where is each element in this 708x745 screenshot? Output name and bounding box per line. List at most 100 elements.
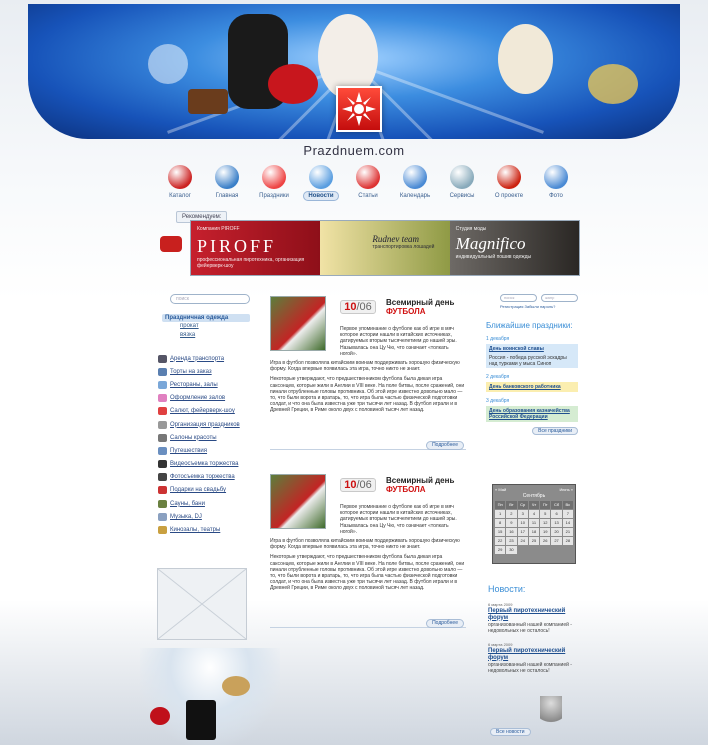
home-icon bbox=[215, 165, 239, 189]
calendar-day[interactable]: 11 bbox=[528, 519, 540, 527]
calendar-day[interactable]: 25 bbox=[528, 537, 540, 545]
menu-item[interactable]: Кинозалы, театры bbox=[158, 523, 250, 536]
nav-item-6[interactable]: Сервисы bbox=[440, 165, 484, 209]
calendar-day[interactable]: 15 bbox=[495, 528, 506, 536]
nav-item-1[interactable]: Главная bbox=[205, 165, 249, 209]
menu-item-label: Сауны, бани bbox=[170, 500, 205, 507]
menu-item-label: Оформление залов bbox=[170, 395, 226, 402]
calendar-day[interactable]: 5 bbox=[540, 510, 551, 518]
menu-item[interactable]: Аренда транспорта bbox=[158, 352, 250, 365]
calendar-weekday: Сб bbox=[551, 501, 562, 509]
menu-item[interactable]: Сауны, бани bbox=[158, 497, 250, 510]
nav-item-2[interactable]: Праздники bbox=[252, 165, 296, 209]
calendar-day[interactable]: 14 bbox=[562, 519, 573, 527]
calendar-day[interactable]: 20 bbox=[551, 528, 562, 536]
calendar-day[interactable]: 6 bbox=[551, 510, 562, 518]
news-date: 6 марта 2009 bbox=[488, 642, 513, 647]
article-title-red: ФУТБОЛА bbox=[386, 485, 426, 494]
subcategory-rent[interactable]: прокат bbox=[180, 322, 250, 331]
calendar-day[interactable]: 9 bbox=[506, 519, 517, 527]
nav-item-7[interactable]: О проекте bbox=[487, 165, 531, 209]
menu-item[interactable]: Торты на заказ bbox=[158, 365, 250, 378]
holidays-list: 1 декабря День воинской славы Россия - поб… bbox=[486, 336, 578, 422]
menu-item[interactable]: Организация праздников bbox=[158, 418, 250, 431]
calendar-day[interactable]: 28 bbox=[562, 537, 573, 545]
calendar-day[interactable]: 10 bbox=[517, 519, 528, 527]
holiday-item: 1 декабря День воинской славы Россия - поб… bbox=[486, 336, 578, 368]
calendar-day[interactable]: 8 bbox=[495, 519, 506, 527]
article-2: 10/06 Всемирный день ФУТБОЛА Первое упоми… bbox=[270, 474, 466, 634]
right-search-input[interactable]: поиск bbox=[500, 294, 537, 302]
ad-rudnev[interactable]: Rudnev team транспортировка лошадей bbox=[320, 221, 450, 275]
article-paragraph: Игра в футбол позволяла китайским воинам… bbox=[270, 538, 460, 551]
more-button[interactable]: Подробнее bbox=[426, 619, 464, 628]
menu-item[interactable]: Рестораны, залы bbox=[158, 378, 250, 391]
calendar-day[interactable]: 22 bbox=[495, 537, 506, 545]
calendar-day[interactable]: 7 bbox=[562, 510, 573, 518]
nav-item-4[interactable]: Статьи bbox=[346, 165, 390, 209]
menu-item-label: Путешествия bbox=[170, 447, 208, 454]
calendar-day[interactable]: 3 bbox=[517, 510, 528, 518]
calendar-day[interactable]: 26 bbox=[540, 537, 551, 545]
article-thumbnail[interactable] bbox=[270, 474, 326, 529]
all-news-button[interactable]: Все новости bbox=[490, 728, 531, 736]
menu-item[interactable]: Музыка, DJ bbox=[158, 510, 250, 523]
menu-item[interactable]: Фотосъемка торжества bbox=[158, 471, 250, 484]
calendar-day[interactable]: 29 bbox=[495, 546, 506, 554]
menu-item[interactable]: Салоны красоты bbox=[158, 431, 250, 444]
menu-item[interactable]: Оформление залов bbox=[158, 392, 250, 405]
subcategory-knit[interactable]: вязка bbox=[180, 331, 250, 340]
nav-item-5[interactable]: Календарь bbox=[393, 165, 437, 209]
calendar-day[interactable]: 1 bbox=[495, 510, 506, 518]
calendar-day[interactable]: 13 bbox=[551, 519, 562, 527]
category-menu: Аренда транспорта Торты на заказ Рестораны… bbox=[158, 352, 250, 537]
calendar-day[interactable]: 16 bbox=[506, 528, 517, 536]
holiday-title[interactable]: День банковского работника bbox=[486, 382, 578, 392]
calendar-day[interactable]: 4 bbox=[528, 510, 540, 518]
calendar-day[interactable]: 27 bbox=[551, 537, 562, 545]
page: Prazdnuem.com Каталог Главная Праздники Нов… bbox=[0, 0, 708, 745]
ad-piroff[interactable]: Компания PIROFF PIROFF профессиональная … bbox=[191, 221, 321, 275]
calendar-day[interactable]: 2 bbox=[506, 510, 517, 518]
calendar-day[interactable]: 23 bbox=[506, 537, 517, 545]
nav-item-0[interactable]: Каталог bbox=[158, 165, 202, 209]
site-logo[interactable] bbox=[336, 86, 382, 132]
menu-item[interactable]: Салют, фейерверк-шоу bbox=[158, 405, 250, 418]
article-title[interactable]: Всемирный день ФУТБОЛА bbox=[386, 298, 466, 316]
more-button[interactable]: Подробнее bbox=[426, 441, 464, 450]
calendar-header: « Май Июнь » bbox=[495, 487, 573, 492]
site-brand[interactable]: Prazdnuem.com bbox=[0, 143, 708, 158]
menu-item[interactable]: Подарки на свадьбу bbox=[158, 484, 250, 497]
holiday-title[interactable]: День воинской славы bbox=[486, 344, 578, 354]
news-title[interactable]: Первый пиротехнический форум bbox=[488, 608, 578, 621]
calendar-day[interactable]: 21 bbox=[562, 528, 573, 536]
calendar-day[interactable]: 17 bbox=[517, 528, 528, 536]
category-head[interactable]: Праздничная одежда bbox=[162, 314, 250, 322]
holiday-title[interactable]: День образования казначейства Российской… bbox=[486, 406, 578, 422]
calendar: « Май Июнь » Сентябрь Пн Вт Ср Чт Пт Сб Вс 1 2 3 4… bbox=[492, 484, 576, 564]
nav-item-3[interactable]: Новости bbox=[299, 165, 343, 209]
calendar-day[interactable]: 19 bbox=[540, 528, 551, 536]
news-title[interactable]: Первый пиротехнический форум bbox=[488, 648, 578, 661]
calendar-day[interactable]: 18 bbox=[528, 528, 540, 536]
calendar-prev[interactable]: « Май bbox=[495, 487, 506, 492]
menu-item[interactable]: Путешествия bbox=[158, 444, 250, 457]
article-thumbnail[interactable] bbox=[270, 296, 326, 351]
article-title[interactable]: Всемирный день ФУТБОЛА bbox=[386, 476, 466, 494]
all-holidays-button[interactable]: Все праздники bbox=[532, 427, 578, 435]
left-search-input[interactable]: поиск bbox=[170, 294, 250, 304]
menu-item[interactable]: Видеосъемка торжества bbox=[158, 458, 250, 471]
firework-icon bbox=[158, 407, 167, 416]
calendar-next[interactable]: Июнь » bbox=[559, 487, 573, 492]
calendar-day[interactable]: 12 bbox=[540, 519, 551, 527]
music-icon bbox=[158, 512, 167, 521]
auth-links[interactable]: Регистрация Забыли пароль? bbox=[500, 304, 578, 309]
nav-item-8[interactable]: Фото bbox=[534, 165, 578, 209]
calendar-day[interactable]: 24 bbox=[517, 537, 528, 545]
gift-icon bbox=[158, 486, 167, 495]
ad-magnifico[interactable]: Студия моды Magnifico индивидуальный пош… bbox=[449, 221, 579, 275]
calendar-day[interactable]: 30 bbox=[506, 546, 517, 554]
article-day: 10 bbox=[344, 479, 357, 491]
services-icon bbox=[450, 165, 474, 189]
right-genre-input[interactable]: жанр bbox=[541, 294, 578, 302]
